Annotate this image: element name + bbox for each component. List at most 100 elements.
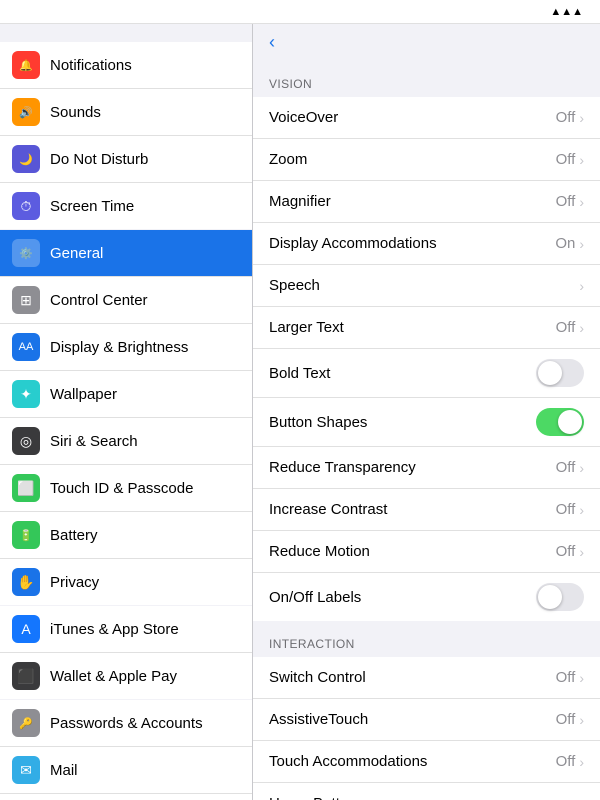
mail-icon: ✉ xyxy=(12,756,40,784)
sidebar-item-control-center[interactable]: ⊞ Control Center xyxy=(0,277,252,324)
row-chevron-assistivetouch: › xyxy=(579,712,584,728)
settings-group-interaction: Switch ControlOff›AssistiveTouchOff›Touc… xyxy=(253,657,600,800)
sidebar-item-privacy[interactable]: ✋ Privacy xyxy=(0,559,252,605)
do-not-disturb-icon: 🌙 xyxy=(12,145,40,173)
settings-row-increase-contrast[interactable]: Increase ContrastOff› xyxy=(253,489,600,531)
wallpaper-icon: ✦ xyxy=(12,380,40,408)
toggle-onoff-labels[interactable] xyxy=(536,583,584,611)
row-label-speech: Speech xyxy=(269,277,579,294)
row-chevron-zoom: › xyxy=(579,152,584,168)
sidebar-item-touch-id[interactable]: ⬜ Touch ID & Passcode xyxy=(0,465,252,512)
row-label-reduce-motion: Reduce Motion xyxy=(269,543,556,560)
row-label-onoff-labels: On/Off Labels xyxy=(269,589,536,606)
row-chevron-home-button: › xyxy=(579,796,584,800)
sidebar-item-sounds[interactable]: 🔊 Sounds xyxy=(0,89,252,136)
status-right: ▲▲▲ xyxy=(550,6,588,18)
right-panel: ‹ VISIONVoiceOverOff›ZoomOff›MagnifierOf… xyxy=(253,24,600,800)
settings-row-zoom[interactable]: ZoomOff› xyxy=(253,139,600,181)
sidebar-item-battery[interactable]: 🔋 Battery xyxy=(0,512,252,559)
row-label-zoom: Zoom xyxy=(269,151,556,168)
row-label-switch-control: Switch Control xyxy=(269,669,556,686)
sidebar-label-itunes: iTunes & App Store xyxy=(50,621,179,638)
row-value-assistivetouch: Off xyxy=(556,711,576,728)
sidebar-item-wallpaper[interactable]: ✦Wallpaper xyxy=(0,371,252,418)
settings-row-switch-control[interactable]: Switch ControlOff› xyxy=(253,657,600,699)
sidebar-label-do-not-disturb: Do Not Disturb xyxy=(50,151,148,168)
row-chevron-larger-text: › xyxy=(579,320,584,336)
settings-row-onoff-labels[interactable]: On/Off Labels xyxy=(253,573,600,621)
touch-id-icon: ⬜ xyxy=(12,474,40,502)
sidebar-label-notifications: Notifications xyxy=(50,57,132,74)
row-value-switch-control: Off xyxy=(556,669,576,686)
row-label-reduce-transparency: Reduce Transparency xyxy=(269,459,556,476)
sidebar-label-general: General xyxy=(50,245,103,262)
sidebar-label-display-brightness: Display & Brightness xyxy=(50,339,188,356)
row-chevron-speech: › xyxy=(579,278,584,294)
row-label-touch-accommodations: Touch Accommodations xyxy=(269,753,556,770)
row-chevron-voiceover: › xyxy=(579,110,584,126)
row-value-display-accommodations: On xyxy=(555,235,575,252)
row-value-reduce-motion: Off xyxy=(556,543,576,560)
sidebar-item-general[interactable]: ⚙️General xyxy=(0,230,252,277)
sidebar-label-control-center: Control Center xyxy=(50,292,148,309)
toggle-thumb-bold-text xyxy=(538,361,562,385)
sidebar-label-privacy: Privacy xyxy=(50,574,99,591)
display-brightness-icon: AA xyxy=(12,333,40,361)
settings-row-bold-text[interactable]: Bold Text xyxy=(253,349,600,398)
sidebar-item-passwords[interactable]: 🔑Passwords & Accounts xyxy=(0,700,252,747)
row-value-increase-contrast: Off xyxy=(556,501,576,518)
sidebar-item-itunes[interactable]: AiTunes & App Store xyxy=(0,606,252,653)
settings-row-assistivetouch[interactable]: AssistiveTouchOff› xyxy=(253,699,600,741)
back-chevron-icon: ‹ xyxy=(269,32,275,53)
sounds-icon: 🔊 xyxy=(12,98,40,126)
toggle-bold-text[interactable] xyxy=(536,359,584,387)
settings-row-larger-text[interactable]: Larger TextOff› xyxy=(253,307,600,349)
row-label-assistivetouch: AssistiveTouch xyxy=(269,711,556,728)
wallet-icon: ⬛ xyxy=(12,662,40,690)
sidebar-label-touch-id: Touch ID & Passcode xyxy=(50,480,193,497)
row-chevron-reduce-motion: › xyxy=(579,544,584,560)
sidebar-label-siri-search: Siri & Search xyxy=(50,433,138,450)
sidebar-item-screen-time[interactable]: ⏱Screen Time xyxy=(0,183,252,229)
settings-row-speech[interactable]: Speech› xyxy=(253,265,600,307)
sidebar-item-contacts[interactable]: 👤Contacts xyxy=(0,794,252,800)
privacy-icon: ✋ xyxy=(12,568,40,596)
battery-icon: 🔋 xyxy=(12,521,40,549)
control-center-icon: ⊞ xyxy=(12,286,40,314)
row-label-display-accommodations: Display Accommodations xyxy=(269,235,555,252)
sidebar-item-wallet[interactable]: ⬛ Wallet & Apple Pay xyxy=(0,653,252,699)
sidebar-item-do-not-disturb[interactable]: 🌙 Do Not Disturb xyxy=(0,136,252,183)
section-header-interaction: INTERACTION xyxy=(253,621,600,657)
settings-row-reduce-transparency[interactable]: Reduce TransparencyOff› xyxy=(253,447,600,489)
main-content: 🔔Notifications 🔊 Sounds 🌙 Do Not Disturb ⏱Scr… xyxy=(0,24,600,800)
row-value-touch-accommodations: Off xyxy=(556,753,576,770)
back-button[interactable]: ‹ xyxy=(269,32,279,53)
sidebar-label-battery: Battery xyxy=(50,527,98,544)
row-chevron-increase-contrast: › xyxy=(579,502,584,518)
sidebar-item-mail[interactable]: ✉Mail xyxy=(0,747,252,794)
right-scroll-area: VISIONVoiceOverOff›ZoomOff›MagnifierOff›… xyxy=(253,61,600,800)
settings-row-home-button[interactable]: Home Button› xyxy=(253,783,600,800)
row-chevron-magnifier: › xyxy=(579,194,584,210)
row-value-reduce-transparency: Off xyxy=(556,459,576,476)
settings-group-vision: VoiceOverOff›ZoomOff›MagnifierOff›Displa… xyxy=(253,97,600,621)
sidebar: 🔔Notifications 🔊 Sounds 🌙 Do Not Disturb ⏱Scr… xyxy=(0,24,253,800)
sidebar-item-display-brightness[interactable]: AA Display & Brightness xyxy=(0,324,252,371)
sidebar-label-wallet: Wallet & Apple Pay xyxy=(50,668,177,685)
settings-row-reduce-motion[interactable]: Reduce MotionOff› xyxy=(253,531,600,573)
settings-row-button-shapes[interactable]: Button Shapes xyxy=(253,398,600,447)
settings-row-touch-accommodations[interactable]: Touch AccommodationsOff› xyxy=(253,741,600,783)
settings-row-voiceover[interactable]: VoiceOverOff› xyxy=(253,97,600,139)
row-label-button-shapes: Button Shapes xyxy=(269,414,536,431)
sidebar-item-notifications[interactable]: 🔔Notifications xyxy=(0,42,252,89)
toggle-button-shapes[interactable] xyxy=(536,408,584,436)
sidebar-label-sounds: Sounds xyxy=(50,104,101,121)
settings-row-display-accommodations[interactable]: Display AccommodationsOn› xyxy=(253,223,600,265)
sidebar-label-screen-time: Screen Time xyxy=(50,198,134,215)
settings-row-magnifier[interactable]: MagnifierOff› xyxy=(253,181,600,223)
sidebar-item-siri-search[interactable]: ◎Siri & Search xyxy=(0,418,252,465)
row-chevron-touch-accommodations: › xyxy=(579,754,584,770)
row-value-larger-text: Off xyxy=(556,319,576,336)
toggle-thumb-button-shapes xyxy=(558,410,582,434)
row-label-increase-contrast: Increase Contrast xyxy=(269,501,556,518)
